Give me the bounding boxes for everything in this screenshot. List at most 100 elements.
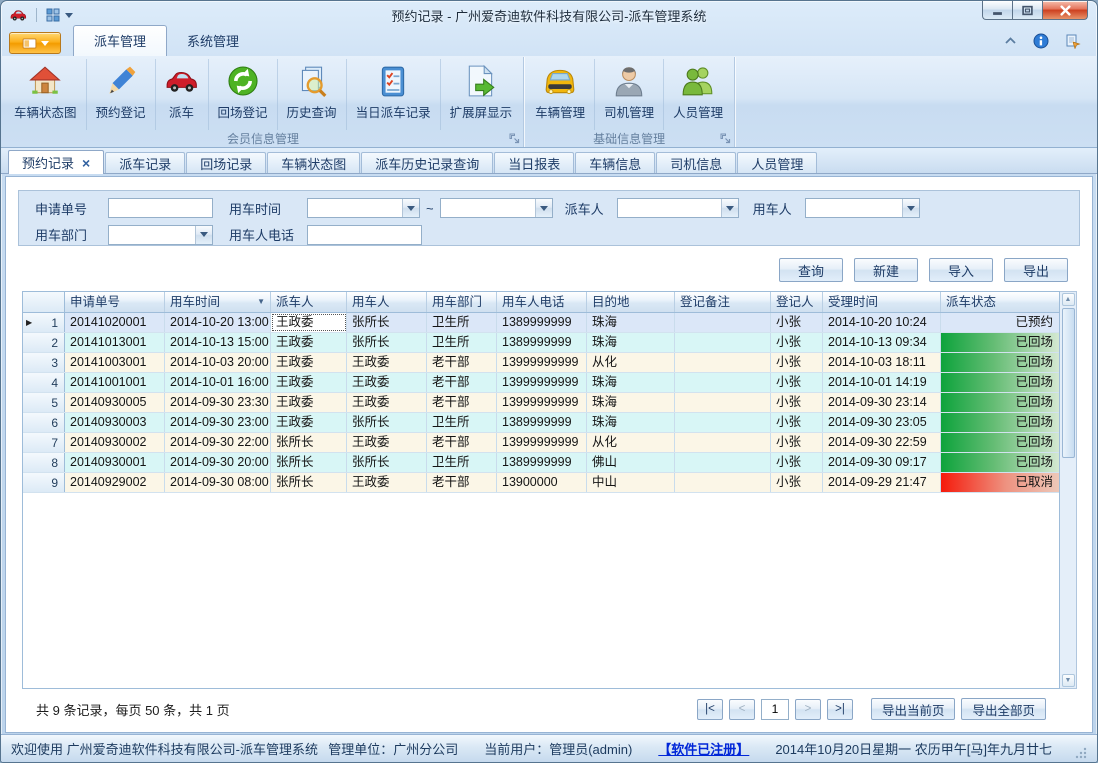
cell-remark[interactable]	[675, 453, 771, 472]
table-row[interactable]: 3201410030012014-10-03 20:00王政委王政委老干部139…	[23, 353, 1059, 373]
app-menu-button[interactable]	[9, 32, 61, 54]
cell-status[interactable]: 已回场	[941, 333, 1060, 352]
cell-use_time[interactable]: 2014-09-30 22:00	[165, 433, 271, 452]
department-combo[interactable]	[108, 225, 213, 245]
column-header-department[interactable]: 用车部门	[427, 292, 497, 312]
cell-user[interactable]: 张所长	[347, 413, 427, 432]
cell-accept_time[interactable]: 2014-10-13 09:34	[823, 333, 941, 352]
cell-phone[interactable]: 13999999999	[497, 433, 587, 452]
cell-status[interactable]: 已取消	[941, 473, 1060, 492]
cell-use_time[interactable]: 2014-10-13 15:00	[165, 333, 271, 352]
cell-dispatcher[interactable]: 王政委	[271, 413, 347, 432]
cell-dispatcher[interactable]: 王政委	[271, 333, 347, 352]
grid-vscroll[interactable]: ▲ ▼	[1060, 291, 1077, 689]
cell-apply_no[interactable]: 20140930002	[65, 433, 165, 452]
combo-dropdown-button[interactable]	[535, 199, 552, 217]
cell-apply_no[interactable]: 20140930005	[65, 393, 165, 412]
new-button[interactable]: 新建	[854, 258, 918, 282]
cell-accept_time[interactable]: 2014-09-30 22:59	[823, 433, 941, 452]
cell-apply_no[interactable]: 20141020001	[65, 313, 165, 332]
apply-no-input[interactable]	[108, 198, 213, 218]
cell-status[interactable]: 已回场	[941, 453, 1060, 472]
ribbon-button-yellow-car[interactable]: 车辆管理	[526, 59, 594, 130]
cell-registrar[interactable]: 小张	[771, 313, 823, 332]
cell-user[interactable]: 王政委	[347, 353, 427, 372]
doc-tab[interactable]: 派车记录	[105, 152, 185, 173]
cell-phone[interactable]: 1389999999	[497, 313, 587, 332]
cell-accept_time[interactable]: 2014-10-01 14:19	[823, 373, 941, 392]
cell-user[interactable]: 王政委	[347, 373, 427, 392]
cell-phone[interactable]: 1389999999	[497, 333, 587, 352]
column-header-status[interactable]: 派车状态	[941, 292, 1060, 312]
ribbon-button-extend-screen[interactable]: 扩展屏显示	[440, 59, 522, 130]
cell-dispatcher[interactable]: 张所长	[271, 453, 347, 472]
combo-dropdown-button[interactable]	[721, 199, 738, 217]
ribbon-tab-system[interactable]: 系统管理	[167, 26, 259, 56]
cell-dispatcher[interactable]: 王政委	[271, 393, 347, 412]
doc-tab[interactable]: 回场记录	[186, 152, 266, 173]
cell-user[interactable]: 王政委	[347, 433, 427, 452]
cell-department[interactable]: 卫生所	[427, 413, 497, 432]
cell-department[interactable]: 卫生所	[427, 453, 497, 472]
cell-use_time[interactable]: 2014-09-30 20:00	[165, 453, 271, 472]
next-page-button[interactable]: >	[795, 699, 821, 720]
last-page-button[interactable]: >|	[827, 699, 853, 720]
use-time-from-combo[interactable]	[307, 198, 420, 218]
tab-close-icon[interactable]: ×	[82, 156, 90, 170]
cell-user[interactable]: 张所长	[347, 453, 427, 472]
cell-remark[interactable]	[675, 333, 771, 352]
cell-dispatcher[interactable]: 王政委	[271, 373, 347, 392]
dispatcher-combo[interactable]	[617, 198, 739, 218]
column-header-registrar[interactable]: 登记人	[771, 292, 823, 312]
cell-destination[interactable]: 佛山	[587, 453, 675, 472]
user-phone-input[interactable]	[307, 225, 422, 245]
cell-dispatcher[interactable]: 张所长	[271, 433, 347, 452]
row-selector[interactable]: 4	[23, 373, 65, 392]
row-selector[interactable]: 7	[23, 433, 65, 452]
table-row[interactable]: 7201409300022014-09-30 22:00张所长王政委老干部139…	[23, 433, 1059, 453]
cell-phone[interactable]: 1389999999	[497, 453, 587, 472]
cell-user[interactable]: 张所长	[347, 313, 427, 332]
doc-tab[interactable]: 人员管理	[737, 152, 817, 173]
cell-remark[interactable]	[675, 413, 771, 432]
cell-phone[interactable]: 13999999999	[497, 373, 587, 392]
cell-destination[interactable]: 珠海	[587, 333, 675, 352]
cell-use_time[interactable]: 2014-10-20 13:00	[165, 313, 271, 332]
cell-remark[interactable]	[675, 373, 771, 392]
export-current-page-button[interactable]: 导出当前页	[871, 698, 956, 720]
table-row[interactable]: 6201409300032014-09-30 23:00王政委张所长卫生所138…	[23, 413, 1059, 433]
cell-use_time[interactable]: 2014-10-03 20:00	[165, 353, 271, 372]
column-header-dispatcher[interactable]: 派车人	[271, 292, 347, 312]
cell-registrar[interactable]: 小张	[771, 353, 823, 372]
cell-dispatcher[interactable]: 张所长	[271, 473, 347, 492]
ribbon-button-driver[interactable]: 司机管理	[594, 59, 663, 130]
cell-phone[interactable]: 13999999999	[497, 393, 587, 412]
row-selector[interactable]: ▶1	[23, 313, 65, 332]
ribbon-button-recycle[interactable]: 回场登记	[208, 59, 277, 130]
doc-tab[interactable]: 车辆状态图	[267, 152, 360, 173]
cell-phone[interactable]: 13999999999	[497, 353, 587, 372]
row-selector[interactable]: 2	[23, 333, 65, 352]
ribbon-button-people[interactable]: 人员管理	[663, 59, 732, 130]
cell-destination[interactable]: 珠海	[587, 413, 675, 432]
cell-registrar[interactable]: 小张	[771, 333, 823, 352]
combo-dropdown-button[interactable]	[402, 199, 419, 217]
query-button[interactable]: 查询	[779, 258, 843, 282]
cell-use_time[interactable]: 2014-09-30 23:30	[165, 393, 271, 412]
cell-remark[interactable]	[675, 433, 771, 452]
scroll-up-icon[interactable]: ▲	[1062, 293, 1075, 306]
cell-registrar[interactable]: 小张	[771, 393, 823, 412]
cell-accept_time[interactable]: 2014-09-29 21:47	[823, 473, 941, 492]
doc-tab[interactable]: 当日报表	[494, 152, 574, 173]
column-header-destination[interactable]: 目的地	[587, 292, 675, 312]
cell-department[interactable]: 卫生所	[427, 333, 497, 352]
cell-registrar[interactable]: 小张	[771, 413, 823, 432]
cell-department[interactable]: 老干部	[427, 393, 497, 412]
cell-department[interactable]: 卫生所	[427, 313, 497, 332]
cell-apply_no[interactable]: 20141013001	[65, 333, 165, 352]
table-row[interactable]: 4201410010012014-10-01 16:00王政委王政委老干部139…	[23, 373, 1059, 393]
doc-tab[interactable]: 司机信息	[656, 152, 736, 173]
cell-destination[interactable]: 珠海	[587, 313, 675, 332]
row-selector[interactable]: 9	[23, 473, 65, 492]
cell-user[interactable]: 王政委	[347, 473, 427, 492]
